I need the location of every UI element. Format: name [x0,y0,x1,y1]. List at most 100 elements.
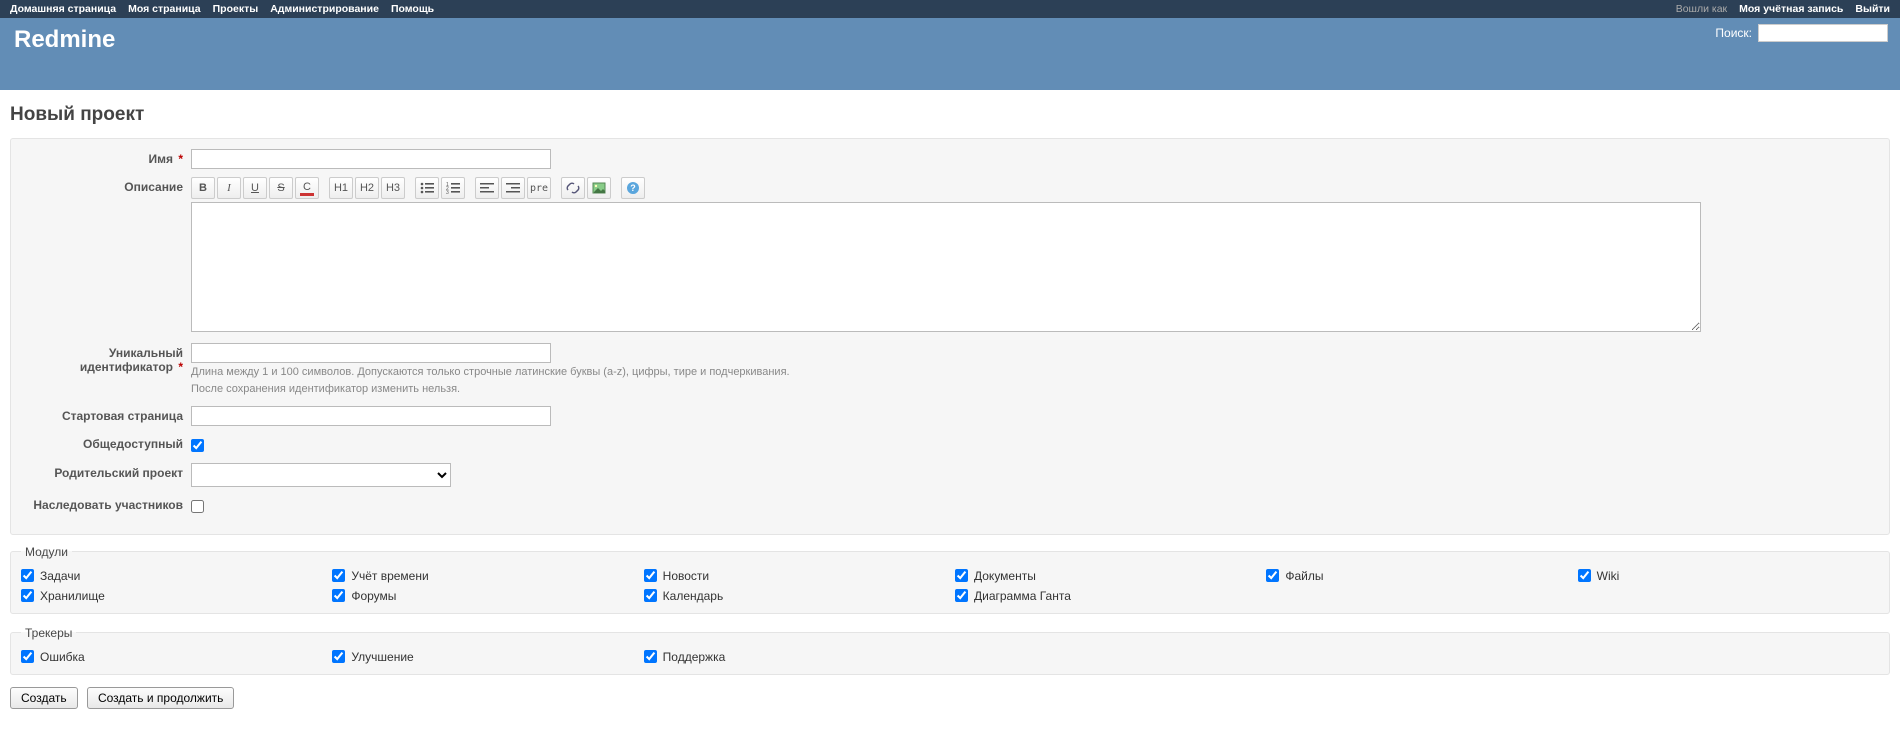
module-label: Диаграмма Ганта [974,589,1071,603]
search-label: Поиск: [1715,26,1752,40]
svg-text:?: ? [630,183,636,193]
trackers-legend: Трекеры [21,626,76,640]
align-right-icon [506,182,520,194]
ordered-list-icon: 123 [446,182,460,194]
search-input[interactable] [1758,24,1888,42]
italic-button[interactable]: I [217,177,241,199]
module-checkbox[interactable] [332,589,345,602]
module-item[interactable]: Задачи [21,569,322,583]
parent-select[interactable] [191,463,451,487]
align-left-icon [480,182,494,194]
tracker-item[interactable]: Ошибка [21,650,322,664]
inherit-label: Наследовать участников [21,495,191,512]
nav-home[interactable]: Домашняя страница [10,3,116,15]
tracker-label: Улучшение [351,650,413,664]
nav-my-account[interactable]: Моя учётная запись [1739,3,1843,15]
name-input[interactable] [191,149,551,169]
h3-button[interactable]: H3 [381,177,405,199]
module-label: Календарь [663,589,724,603]
module-item[interactable]: Диаграмма Ганта [955,589,1256,603]
identifier-hint1: Длина между 1 и 100 символов. Допускаютс… [191,365,1879,380]
module-item[interactable]: Форумы [332,589,633,603]
module-item[interactable]: Wiki [1578,569,1879,583]
identifier-hint2: После сохранения идентификатор изменить … [191,382,1879,397]
module-item[interactable]: Хранилище [21,589,322,603]
svg-text:3: 3 [446,190,449,194]
tracker-checkbox[interactable] [332,650,345,663]
nav-help[interactable]: Помощь [391,3,434,15]
tracker-label: Поддержка [663,650,726,664]
inherit-checkbox[interactable] [191,500,204,513]
link-button[interactable] [561,177,585,199]
description-label: Описание [21,177,191,194]
nav-admin[interactable]: Администрирование [270,3,379,15]
module-checkbox[interactable] [955,569,968,582]
unordered-list-icon [420,182,434,194]
module-item[interactable]: Календарь [644,589,945,603]
logged-in-as: Вошли как [1676,3,1727,15]
tracker-checkbox[interactable] [21,650,34,663]
strike-button[interactable]: S [269,177,293,199]
module-checkbox[interactable] [1266,569,1279,582]
description-textarea[interactable] [191,202,1701,332]
link-icon [566,182,580,194]
module-label: Форумы [351,589,396,603]
identifier-input[interactable] [191,343,551,363]
module-item[interactable]: Учёт времени [332,569,633,583]
module-item[interactable]: Новости [644,569,945,583]
public-checkbox[interactable] [191,439,204,452]
homepage-label: Стартовая страница [21,406,191,423]
module-label: Файлы [1285,569,1323,583]
help-icon: ? [626,181,640,195]
modules-legend: Модули [21,545,72,559]
tracker-item[interactable]: Улучшение [332,650,633,664]
module-label: Wiki [1597,569,1620,583]
module-checkbox[interactable] [332,569,345,582]
module-label: Документы [974,569,1036,583]
modules-fieldset: Модули Задачи Учёт времени Новости Документ… [10,545,1890,614]
identifier-label: Уникальный идентификатор * [21,343,191,375]
create-continue-button[interactable] [87,687,234,709]
homepage-input[interactable] [191,406,551,426]
module-checkbox[interactable] [644,569,657,582]
nav-my-page[interactable]: Моя страница [128,3,201,15]
color-button[interactable]: C [295,177,319,199]
page-title: Новый проект [10,104,1890,126]
name-label: Имя * [21,149,191,166]
image-icon [592,182,606,194]
align-right-button[interactable] [501,177,525,199]
tracker-item[interactable]: Поддержка [644,650,945,664]
public-label: Общедоступный [21,434,191,451]
module-checkbox[interactable] [644,589,657,602]
ol-button[interactable]: 123 [441,177,465,199]
module-checkbox[interactable] [955,589,968,602]
module-item[interactable]: Документы [955,569,1256,583]
top-menu: Домашняя страница Моя страница Проекты А… [0,0,1900,18]
module-label: Учёт времени [351,569,428,583]
module-checkbox[interactable] [21,569,34,582]
module-item[interactable]: Файлы [1266,569,1567,583]
image-button[interactable] [587,177,611,199]
module-label: Новости [663,569,709,583]
editor-toolbar: B I U S C H1 H2 H3 123 [191,177,1879,199]
parent-label: Родительский проект [21,463,191,480]
h1-button[interactable]: H1 [329,177,353,199]
h2-button[interactable]: H2 [355,177,379,199]
align-left-button[interactable] [475,177,499,199]
header: Redmine Поиск: [0,18,1900,90]
help-button[interactable]: ? [621,177,645,199]
pre-button[interactable]: pre [527,177,551,199]
module-checkbox[interactable] [1578,569,1591,582]
nav-projects[interactable]: Проекты [213,3,259,15]
ul-button[interactable] [415,177,439,199]
project-form-box: Имя * Описание B I U S C H1 H2 H3 [10,138,1890,535]
create-button[interactable] [10,687,78,709]
tracker-checkbox[interactable] [644,650,657,663]
module-checkbox[interactable] [21,589,34,602]
underline-button[interactable]: U [243,177,267,199]
bold-button[interactable]: B [191,177,215,199]
module-label: Хранилище [40,589,105,603]
app-title: Redmine [14,26,1886,54]
nav-logout[interactable]: Выйти [1855,3,1890,15]
trackers-fieldset: Трекеры Ошибка Улучшение Поддержка [10,626,1890,675]
